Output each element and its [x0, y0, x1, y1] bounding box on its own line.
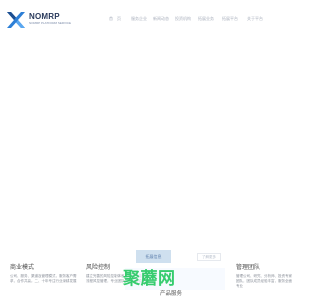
- brand-tagline: NOMRP PLATFORM SERVICE: [29, 21, 72, 25]
- nav-item-investors[interactable]: 投资机构: [175, 17, 191, 21]
- nav-item-services[interactable]: 服务企业: [131, 17, 147, 21]
- site-header: NOMRP NOMRP PLATFORM SERVICE 首 页 服务企业 新闻…: [0, 0, 300, 37]
- feature-title: 商业模式: [10, 265, 35, 271]
- section-title: 产品服务: [160, 291, 183, 297]
- brand-name: NOMRP: [29, 12, 60, 21]
- feature-text: 公司、服务、渠道及管理模式，服务客户需求，合作共赢。二、十年专注行业深耕发展: [10, 274, 77, 283]
- secondary-cta-button[interactable]: 了解更多: [197, 253, 221, 261]
- nav-item-business[interactable]: 拓展业务: [198, 17, 214, 21]
- feature-business-model: 商业模式 公司、服务、渠道及管理模式，服务客户需求，合作共赢。二、十年专注行业深…: [10, 265, 80, 284]
- nav-item-about[interactable]: 关于平台: [247, 17, 263, 21]
- feature-title: 管理团队: [236, 265, 261, 271]
- feature-management-team: 管理团队 管理公司、研究、分析师、投资专家团队，团队成员经验丰富，服务全面专业: [236, 265, 294, 289]
- nav-item-platform[interactable]: 拓展平台: [222, 17, 238, 21]
- nav-item-news[interactable]: 新闻动态: [153, 17, 169, 21]
- brand-x-icon: [7, 12, 25, 28]
- primary-cta-button[interactable]: 拓展信息: [136, 250, 171, 263]
- nav-item-home[interactable]: 首 页: [109, 17, 121, 21]
- feature-text: 管理公司、研究、分析师、投资专家团队，团队成员经验丰富，服务全面专业: [236, 274, 292, 288]
- brand-logo[interactable]: NOMRP NOMRP PLATFORM SERVICE: [5, 9, 71, 31]
